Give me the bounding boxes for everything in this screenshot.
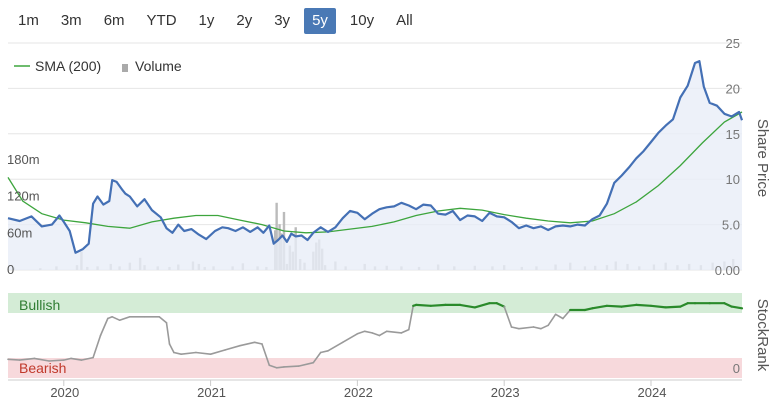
stock-chart: 25 20 15 10 5.0 0.00 180m 120m 60m 0 SMA (200) Vo…	[7, 36, 771, 400]
stockrank-line-segment	[363, 330, 373, 334]
stockrank-line-segment	[429, 303, 447, 307]
stockrank-line-segment	[99, 317, 109, 337]
stockrank-line-segment	[540, 324, 550, 330]
stockrank-line-segment	[283, 365, 300, 368]
stockrank-line-segment	[48, 359, 65, 362]
stockrank-line-segment	[92, 334, 102, 359]
stockrank-line-segment	[385, 330, 403, 334]
price-area	[8, 61, 742, 271]
stockrank-line-segment	[554, 313, 564, 320]
stockrank-line-segment	[239, 341, 256, 347]
stockrank-line-segment	[319, 349, 329, 354]
volume-tick-label: 60m	[7, 225, 32, 240]
stockrank-tick-label: 0	[733, 361, 740, 376]
stockrank-panel: Bullish Bearish 0	[7, 293, 744, 378]
stockrank-line-segment	[415, 303, 432, 307]
stockrank-line-segment	[168, 343, 175, 354]
legend-sma-label: SMA (200)	[35, 58, 101, 74]
volume-tick-label: 0	[7, 262, 14, 277]
stockrank-line-segment	[547, 313, 557, 327]
stockrank-line-segment	[275, 366, 285, 369]
stockrank-line-segment	[356, 330, 366, 335]
stockrank-line-segment	[664, 305, 682, 309]
stockrank-line-segment	[224, 344, 241, 351]
stockrank-line-segment	[371, 332, 381, 337]
price-tick-label: 25	[726, 36, 740, 51]
x-tick-label: 2024	[638, 385, 667, 400]
price-tick-label: 5.0	[722, 218, 740, 233]
stockrank-line-segment	[165, 321, 171, 345]
stockrank-line-segment	[400, 328, 410, 334]
x-tick-label: 2023	[491, 385, 520, 400]
stockrank-line-segment	[341, 332, 359, 344]
volume-tick-label: 120m	[7, 189, 40, 204]
stockrank-line-segment	[111, 315, 121, 322]
share-price-axis-label: Share Price	[754, 119, 771, 197]
stockrank-line-segment	[180, 351, 197, 356]
price-tick-label: 10	[726, 172, 740, 187]
stockrank-line-segment	[518, 326, 535, 330]
stockrank-line-segment	[7, 358, 21, 361]
stockrank-line-segment	[635, 303, 653, 307]
bullish-label: Bullish	[19, 297, 60, 313]
stockrank-axis-label: StockRank	[754, 299, 771, 372]
price-tick-label: 20	[726, 81, 740, 96]
stockrank-line-segment	[173, 351, 182, 356]
bearish-band	[8, 358, 742, 378]
stockrank-line-segment	[327, 341, 344, 352]
stockrank-line-segment	[510, 326, 520, 330]
stockrank-line-segment	[195, 351, 212, 356]
stockrank-line-segment	[605, 304, 623, 308]
volume-tick-label: 180m	[7, 152, 40, 167]
stockrank-line-segment	[253, 341, 263, 345]
bearish-label: Bearish	[19, 360, 66, 376]
axis-labels: Share Price StockRank	[754, 119, 771, 372]
stockrank-line-segment	[118, 315, 131, 322]
price-tick-label: 0.00	[715, 263, 740, 278]
stockrank-line-segment	[378, 330, 388, 337]
legend-volume-swatch	[122, 64, 128, 72]
stockrank-line-segment	[158, 315, 168, 324]
price-tick-label: 15	[726, 127, 740, 142]
bullish-band	[8, 293, 742, 313]
stockrank-line-segment	[209, 349, 227, 356]
x-tick-label: 2020	[50, 385, 79, 400]
legend-volume-label: Volume	[135, 58, 182, 74]
price-area-fill	[8, 61, 742, 271]
stockrank-line-segment	[532, 326, 542, 330]
x-tick-label: 2021	[197, 385, 226, 400]
legend: SMA (200) Volume	[14, 58, 182, 74]
x-axis-ticks: 2020 2021 2022 2023 2024	[8, 379, 742, 400]
x-tick-label: 2022	[344, 385, 373, 400]
